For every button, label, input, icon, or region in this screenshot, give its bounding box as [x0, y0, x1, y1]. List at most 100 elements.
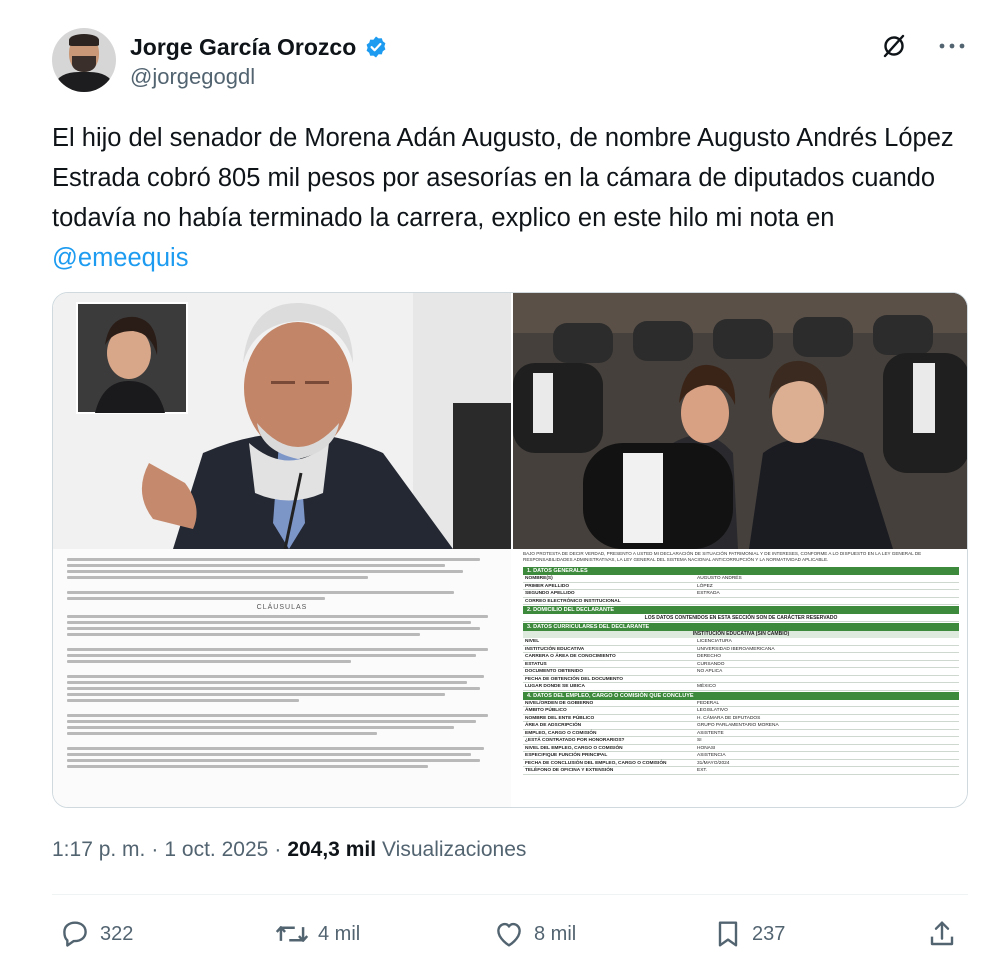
- form-value: MÉXICO: [697, 684, 716, 689]
- form-key: ESTATUS: [525, 661, 547, 667]
- form-key: ÁREA DE ADSCRIPCIÓN: [525, 723, 582, 728]
- bookmark-count: 237: [752, 922, 786, 945]
- form-key: NIVEL/ORDEN DE GOBIERNO: [525, 700, 594, 706]
- grok-icon[interactable]: [878, 30, 910, 62]
- form-value: H. CÁMARA DE DIPUTADOS: [697, 715, 761, 721]
- form-key: FECHA DE CONCLUSIÓN DEL EMPLEO, CARGO O …: [525, 760, 667, 766]
- form-row: ¿ESTÁ CONTRATADO POR HONORARIOS? SI: [523, 737, 959, 745]
- media-left-image[interactable]: CLÁUSULAS: [53, 293, 511, 807]
- tweet-body: El hijo del senador de Morena Adán Augus…: [52, 124, 954, 232]
- form-row: ÁMBITO PÚBLICO LEGISLATIVO: [523, 707, 959, 715]
- form-key: NIVEL: [525, 639, 540, 644]
- form-row: LUGAR DONDE SE UBICA MÉXICO: [523, 683, 959, 691]
- form-row: TELÉFONO DE OFICINA Y EXTENSIÓN EXT.: [523, 767, 959, 775]
- form-value: AUGUSTO ANDRÉS: [697, 576, 742, 581]
- form-row: ESPECIFIQUE FUNCIÓN PRINCIPAL ASISTENCIA: [523, 752, 959, 760]
- form-key: FECHA DE OBTENCIÓN DEL DOCUMENTO: [525, 676, 623, 682]
- verified-badge-icon[interactable]: [364, 35, 388, 59]
- avatar[interactable]: [52, 28, 116, 92]
- form-row: CARRERA O ÁREA DE CONOCIMIENTO DERECHO: [523, 653, 959, 661]
- tweet: Jorge García Orozco @jorgegogdl El hijo …: [0, 0, 1000, 966]
- form-row: INSTITUCIÓN EDUCATIVA UNIVERSIDAD IBEROAM…: [523, 646, 959, 653]
- action-bar: 322 4 mil 8 mil 237: [52, 914, 968, 954]
- author-display-name[interactable]: Jorge García Orozco: [130, 34, 356, 61]
- form-row: PRIMER APELLIDO LÓPEZ: [523, 583, 959, 590]
- form-row: DOCUMENTO OBTENIDO NO APLICA: [523, 668, 959, 676]
- bookmark-button[interactable]: 237: [712, 914, 785, 954]
- form-value: 31/MAYO/2024: [697, 760, 730, 766]
- chamber-photo: [513, 293, 967, 549]
- form-row: ESTATUS CURSANDO: [523, 661, 959, 668]
- form-key: TELÉFONO DE OFICINA Y EXTENSIÓN: [525, 768, 614, 773]
- declaration-header: BAJO PROTESTA DE DECIR VERDAD, PRESENTO …: [523, 551, 922, 562]
- more-icon[interactable]: [936, 30, 968, 62]
- like-button[interactable]: 8 mil: [492, 914, 576, 954]
- form-key: NIVEL DEL EMPLEO, CARGO O COMISIÓN: [525, 745, 623, 751]
- form-value: LEGISLATIVO: [697, 708, 728, 713]
- views-count: 204,3 mil: [287, 838, 377, 861]
- form-key: SEGUNDO APELLIDO: [525, 591, 575, 596]
- mention-link[interactable]: @emeequis: [52, 244, 188, 272]
- form-value: DERECHO: [697, 654, 721, 659]
- tweet-text: El hijo del senador de Morena Adán Augus…: [52, 118, 972, 278]
- form-key: CARRERA O ÁREA DE CONOCIMIENTO: [525, 654, 616, 659]
- form-row: ÁREA DE ADSCRIPCIÓN GRUPO PARLAMENTARIO M…: [523, 722, 959, 730]
- form-value: LÓPEZ: [697, 583, 713, 589]
- tweet-top-actions: [878, 30, 968, 62]
- form-value: ASISTENTE: [697, 730, 724, 736]
- form-value: [695, 598, 959, 605]
- form-value: LICENCIATURA: [697, 639, 732, 644]
- form-value: SI: [697, 738, 702, 743]
- section-employment: 4. DATOS DEL EMPLEO, CARGO O COMISIÓN QU…: [523, 691, 959, 700]
- like-count: 8 mil: [534, 922, 577, 945]
- bookmark-icon: [718, 921, 738, 947]
- repost-icon: [275, 926, 309, 942]
- form-value: EXT.: [697, 768, 708, 773]
- form-key: ESPECIFIQUE FUNCIÓN PRINCIPAL: [525, 753, 608, 758]
- reply-icon: [63, 921, 87, 947]
- form-key: EMPLEO, CARGO O COMISIÓN: [525, 730, 597, 736]
- form-value: UNIVERSIDAD IBEROAMERICANA: [697, 646, 775, 652]
- form-row: FECHA DE OBTENCIÓN DEL DOCUMENTO: [523, 676, 959, 683]
- tweet-meta: 1:17 p. m. · 1 oct. 2025 · 204,3 mil Vis…: [52, 838, 526, 862]
- media-right-image[interactable]: BAJO PROTESTA DE DECIR VERDAD, PRESENTO …: [513, 293, 967, 807]
- form-value: CURSANDO: [697, 661, 725, 667]
- form-key: NOMBRE DEL ENTE PÚBLICO: [525, 715, 595, 721]
- form-key: ¿ESTÁ CONTRATADO POR HONORARIOS?: [525, 738, 625, 743]
- views-label: Visualizaciones: [382, 838, 527, 861]
- form-key: NOMBRE(S): [525, 576, 553, 581]
- form-row: FECHA DE CONCLUSIÓN DEL EMPLEO, CARGO O …: [523, 760, 959, 767]
- author-handle[interactable]: @jorgegogdl: [130, 64, 255, 90]
- form-value: GRUPO PARLAMENTARIO MORENA: [697, 723, 779, 728]
- repost-count: 4 mil: [318, 922, 361, 945]
- form-key: ÁMBITO PÚBLICO: [525, 708, 567, 713]
- reply-button[interactable]: 322: [58, 914, 133, 954]
- education-subhead: INSTITUCIÓN EDUCATIVA (SIN CAMBIO): [523, 631, 959, 638]
- meta-separator: ·: [274, 838, 282, 861]
- tweet-date[interactable]: 1 oct. 2025: [164, 838, 268, 862]
- share-button[interactable]: [926, 914, 958, 954]
- form-value: ASISTENCIA: [697, 753, 726, 758]
- form-value: [695, 676, 959, 683]
- form-value: HONASI: [697, 745, 716, 751]
- contract-document: CLÁUSULAS: [53, 549, 511, 807]
- form-row: EMPLEO, CARGO O COMISIÓN ASISTENTE: [523, 730, 959, 737]
- senator-photo: [53, 293, 511, 549]
- form-key: DOCUMENTO OBTENIDO: [525, 669, 584, 674]
- form-row: SEGUNDO APELLIDO ESTRADA: [523, 590, 959, 598]
- section-address: 2. DOMICILIO DEL DECLARANTE: [523, 606, 959, 614]
- form-key: PRIMER APELLIDO: [525, 583, 570, 589]
- divider: [52, 894, 968, 895]
- form-value: FEDERAL: [697, 700, 720, 706]
- declaration-form: BAJO PROTESTA DE DECIR VERDAD, PRESENTO …: [513, 549, 967, 807]
- tweet-time[interactable]: 1:17 p. m.: [52, 838, 145, 862]
- share-icon: [930, 921, 954, 946]
- media-grid[interactable]: CLÁUSULAS BAJO PROTESTA DE DECIR VERDAD,…: [52, 292, 968, 808]
- repost-button[interactable]: 4 mil: [274, 914, 360, 954]
- contract-clauses-title: CLÁUSULAS: [256, 604, 308, 611]
- form-row: CORREO ELECTRÓNICO INSTITUCIONAL: [523, 598, 959, 605]
- form-row: NIVEL DEL EMPLEO, CARGO O COMISIÓN HONASI: [523, 745, 959, 752]
- form-key: LUGAR DONDE SE UBICA: [525, 684, 585, 689]
- form-key: INSTITUCIÓN EDUCATIVA: [525, 646, 585, 652]
- meta-separator: ·: [151, 838, 159, 861]
